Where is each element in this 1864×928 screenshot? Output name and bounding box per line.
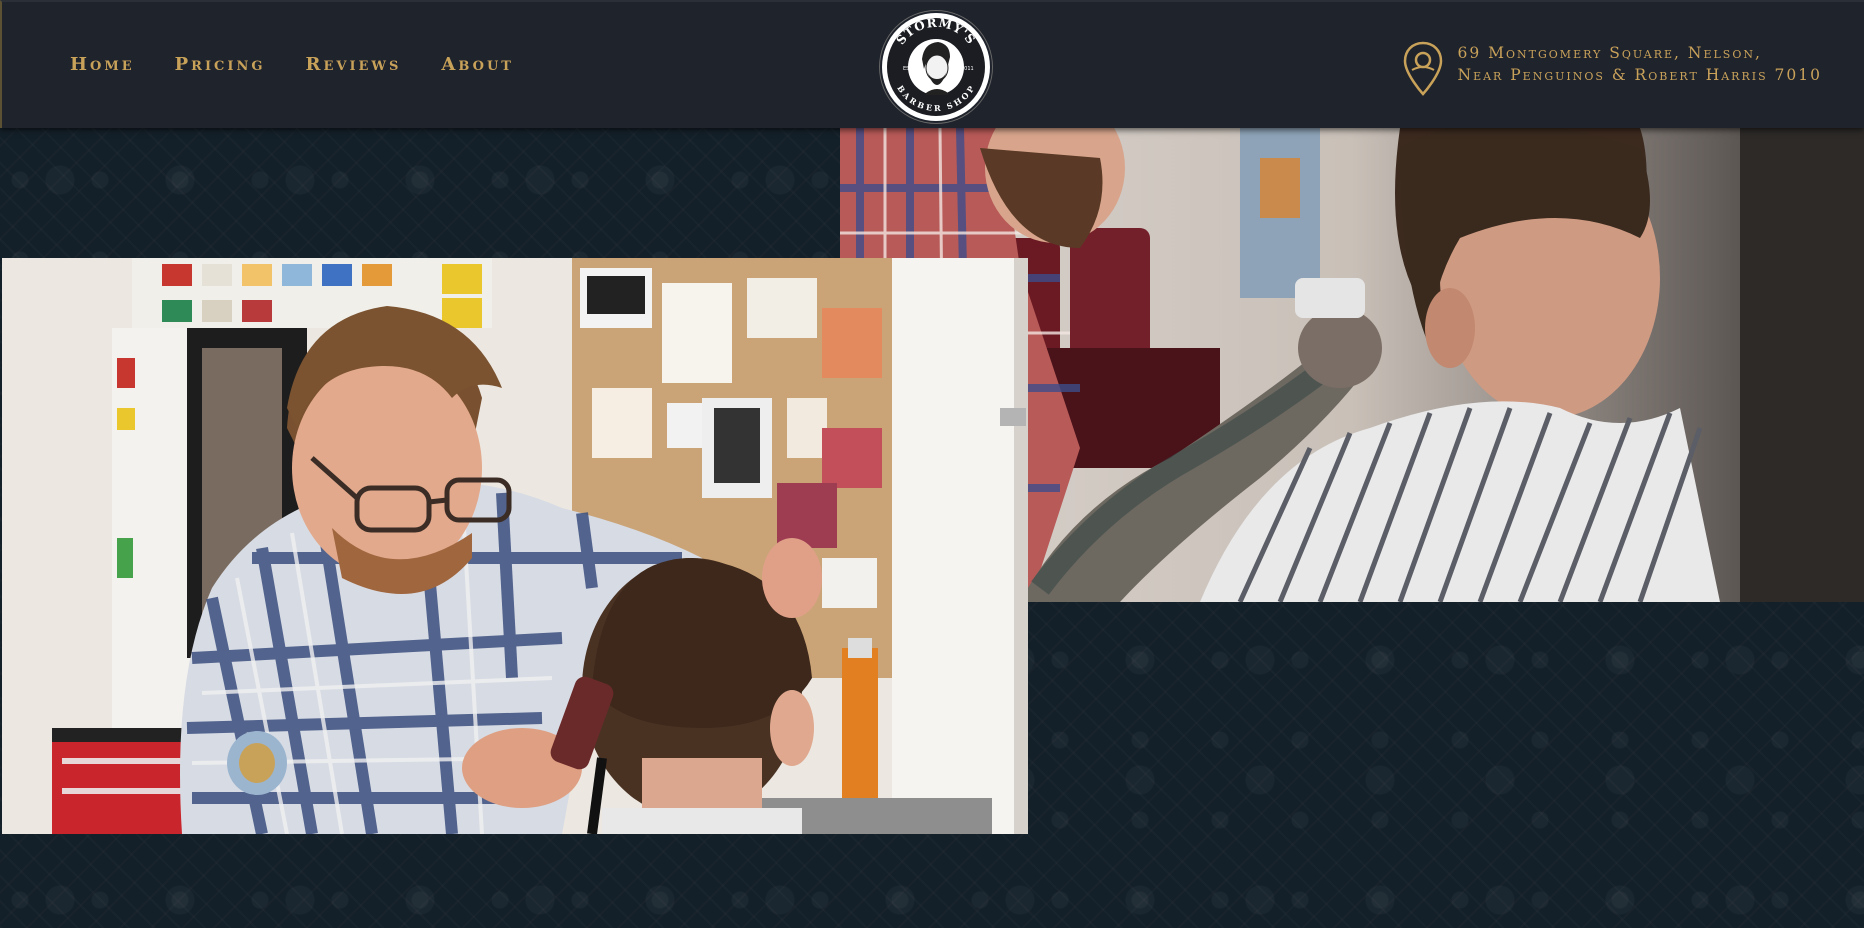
nav-home-link[interactable]: Home <box>70 54 135 75</box>
logo-year: 2011 <box>961 66 974 72</box>
nav-reviews-link[interactable]: Reviews <box>305 54 401 75</box>
address-line-2: Near Penguinos & Robert Harris 7010 <box>1457 66 1822 84</box>
nav-about-link[interactable]: About <box>441 54 514 75</box>
site-header: Home Pricing Reviews About STORMY'S BARB… <box>0 0 1864 128</box>
site-logo[interactable]: STORMY'S BARBER SHOP EST. 2011 <box>882 13 990 121</box>
nav-pricing-link[interactable]: Pricing <box>175 54 266 75</box>
address-block[interactable]: 69 Montgomery Square, Nelson, Near Pengu… <box>1402 41 1823 98</box>
address-text: 69 Montgomery Square, Nelson, Near Pengu… <box>1458 42 1823 86</box>
map-pin-icon <box>1403 41 1442 96</box>
barber-clipping-hair-photo <box>2 258 1028 834</box>
main-nav: Home Pricing Reviews About <box>70 54 554 75</box>
address-line-1: 69 Montgomery Square, Nelson, <box>1457 44 1762 62</box>
logo-est-label: EST. <box>903 66 914 72</box>
page: Home Pricing Reviews About STORMY'S BARB… <box>0 0 1864 928</box>
